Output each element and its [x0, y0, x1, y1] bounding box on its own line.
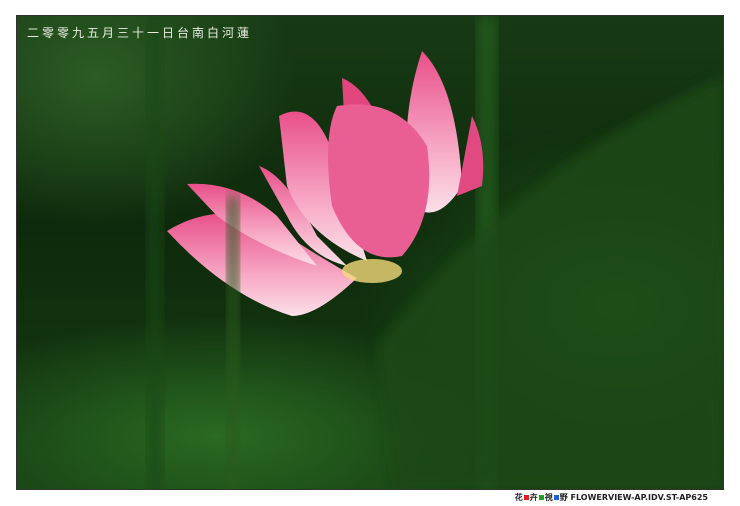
photo-frame: 二零零九五月三十一日台南白河蓮 花卉視野 FLOWERVIEW-AP.IDV.S…	[0, 0, 740, 506]
credit-char: 野	[559, 493, 568, 502]
green-square-icon	[538, 495, 544, 500]
red-square-icon	[523, 495, 529, 500]
credit-char: 卉	[529, 493, 538, 502]
photo-caption: 二零零九五月三十一日台南白河蓮	[27, 26, 253, 40]
credit-char: 花	[514, 493, 523, 502]
lotus-photo: 二零零九五月三十一日台南白河蓮	[16, 15, 724, 490]
lotus-image	[147, 16, 723, 489]
watermark-credit: 花卉視野 FLOWERVIEW-AP.IDV.ST-AP625	[515, 492, 708, 503]
lotus-flower	[167, 51, 484, 316]
credit-char: 視	[544, 493, 553, 502]
blue-square-icon	[553, 495, 559, 500]
credit-site: FLOWERVIEW-AP.IDV.ST-AP625	[570, 493, 708, 502]
